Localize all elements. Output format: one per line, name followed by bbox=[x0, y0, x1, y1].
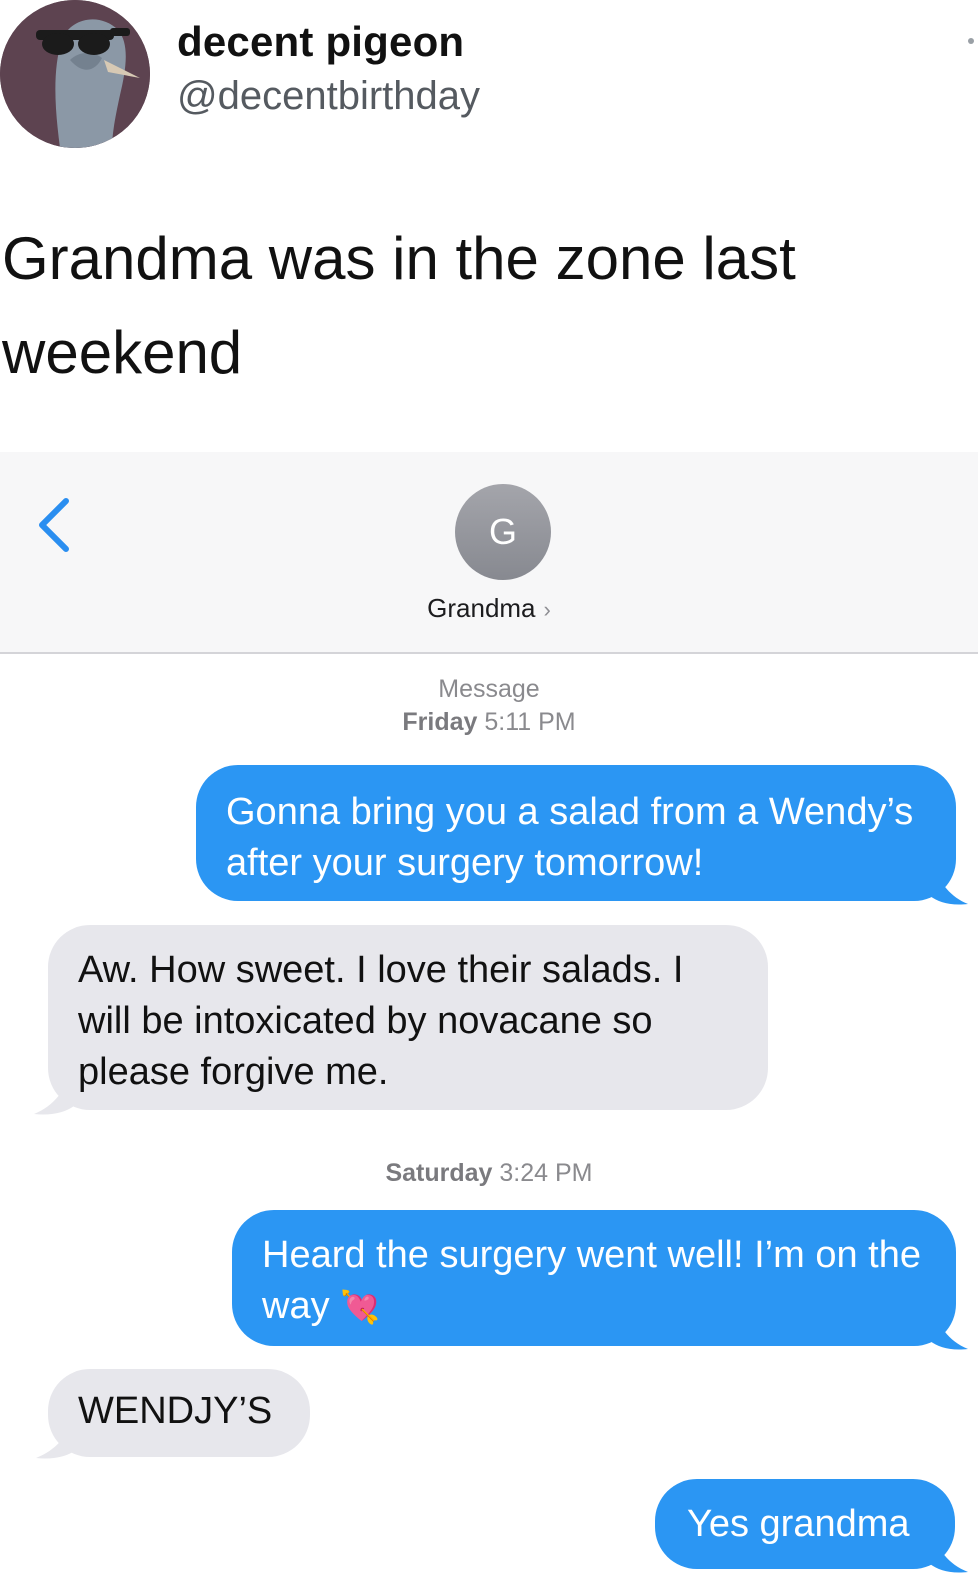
more-options-icon[interactable] bbox=[968, 38, 974, 44]
message-text: Yes grandma bbox=[687, 1503, 910, 1545]
bubble-tail bbox=[930, 1528, 968, 1573]
message-bubble-received[interactable]: Aw. How sweet. I love their salads. I wi… bbox=[48, 925, 768, 1110]
display-name[interactable]: decent pigeon bbox=[177, 18, 464, 66]
message-bubble-sent[interactable]: Heard the surgery went well! I’m on the … bbox=[232, 1210, 956, 1346]
timestamp-friday: Friday 5:11 PM bbox=[0, 708, 978, 737]
timestamp-day: Friday bbox=[402, 708, 478, 736]
user-handle[interactable]: @decentbirthday bbox=[177, 74, 480, 119]
timestamp-saturday: Saturday 3:24 PM bbox=[0, 1159, 978, 1188]
timestamp-time: 5:11 PM bbox=[484, 708, 576, 736]
contact-avatar[interactable]: G bbox=[455, 484, 551, 580]
service-label: Message bbox=[438, 675, 540, 703]
bubble-tail bbox=[34, 1066, 74, 1115]
timestamp-day: Saturday bbox=[385, 1159, 493, 1187]
pigeon-with-sunglasses-icon bbox=[0, 0, 150, 148]
message-bubble-sent[interactable]: Yes grandma bbox=[655, 1479, 955, 1569]
conversation-header: G Grandma › bbox=[0, 452, 978, 654]
bubble-tail bbox=[36, 1414, 76, 1459]
contact-name: Grandma bbox=[427, 593, 536, 623]
timestamp-time: 3:24 PM bbox=[499, 1159, 593, 1187]
bubble-tail bbox=[930, 858, 968, 905]
profile-avatar[interactable] bbox=[0, 0, 150, 148]
message-text: WENDJY’S bbox=[78, 1390, 273, 1432]
bubble-tail bbox=[930, 1303, 968, 1350]
message-text: Gonna bring you a salad from a Wendy’s a… bbox=[226, 791, 914, 884]
message-bubble-sent[interactable]: Gonna bring you a salad from a Wendy’s a… bbox=[196, 765, 956, 901]
imessage-screenshot: G Grandma › Message Friday 5:11 PM Gonna … bbox=[0, 452, 978, 1590]
message-text: Aw. How sweet. I love their salads. I wi… bbox=[78, 949, 684, 1093]
heart-with-arrow-icon: 💘 bbox=[340, 1289, 380, 1325]
message-bubble-received[interactable]: WENDJY’S bbox=[48, 1369, 310, 1457]
contact-name-button[interactable]: Grandma › bbox=[0, 593, 978, 624]
tweet-text: Grandma was in the zone last weekend bbox=[2, 225, 796, 386]
chevron-right-icon: › bbox=[543, 597, 551, 622]
back-chevron-icon[interactable] bbox=[36, 497, 72, 553]
contact-initial: G bbox=[488, 511, 517, 552]
